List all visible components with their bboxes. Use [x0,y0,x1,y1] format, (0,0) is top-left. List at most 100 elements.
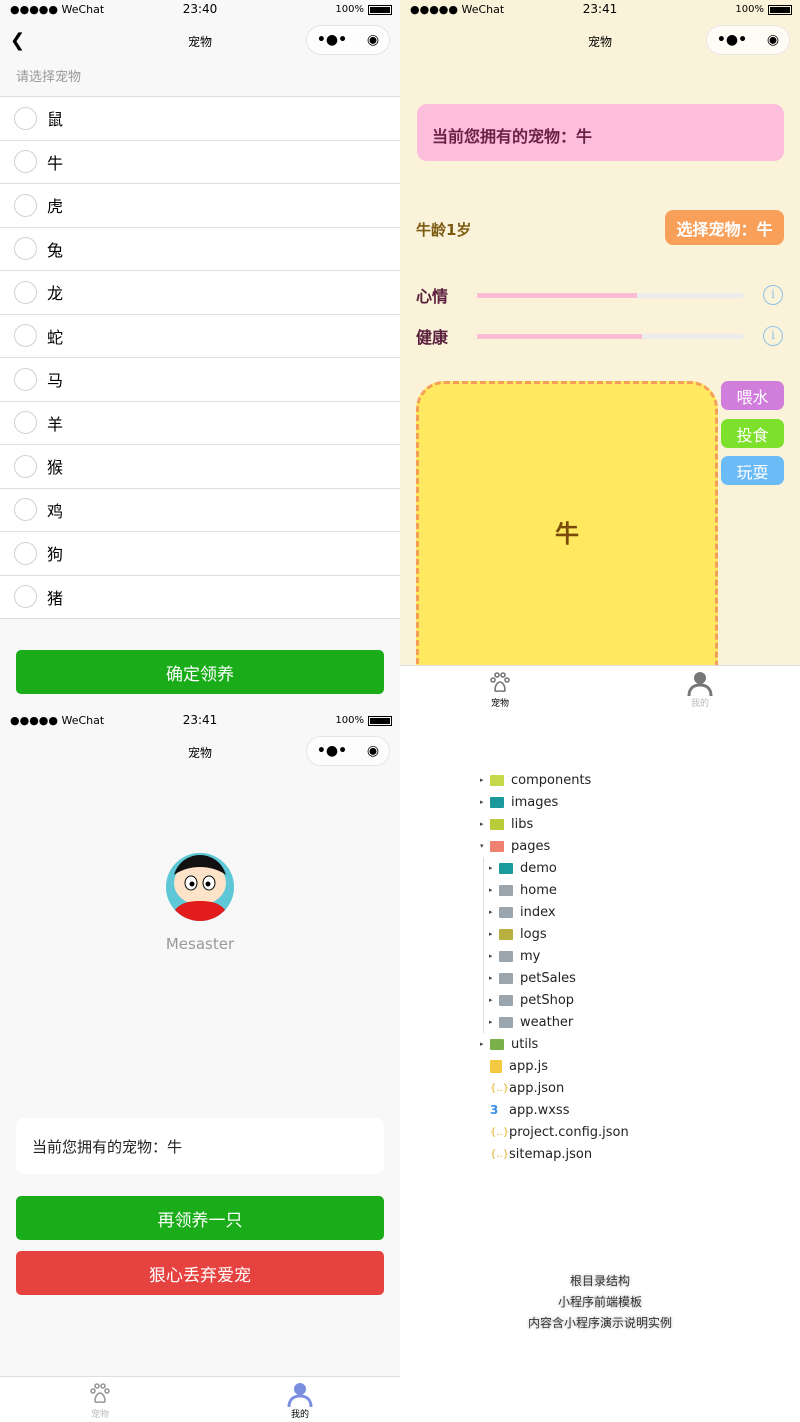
tree-item[interactable]: ▸ components [480,769,629,791]
tree-item-label: petShop [520,992,575,1008]
radio-button[interactable] [14,541,37,565]
tree-item[interactable]: ▸ utils [480,1033,629,1055]
tab-pet[interactable]: 宠物 [400,666,600,711]
chevron-right-icon[interactable]: ▸ [480,776,490,784]
pet-option[interactable]: 兔 [0,228,400,271]
capsule-menu[interactable]: •●• ◉ [306,736,390,766]
tree-item[interactable]: 3 app.wxss [480,1099,629,1121]
chevron-right-icon[interactable]: ▸ [489,908,499,916]
option-label: 猴 [47,458,64,478]
more-icon[interactable]: •●• [317,743,347,759]
nav-bar: 宠物 •●• ◉ [400,20,800,60]
close-miniprogram-icon[interactable]: ◉ [367,743,379,759]
more-icon[interactable]: •●• [317,32,347,48]
tree-item[interactable]: ▸ libs [480,813,629,835]
water-button[interactable]: 喂水 [721,381,784,410]
chevron-right-icon[interactable]: ▸ [489,952,499,960]
js-file-icon [490,1059,502,1073]
pet-option[interactable]: 虎 [0,184,400,228]
radio-button[interactable] [14,237,37,261]
tree-item[interactable]: ▾ pages [480,835,629,857]
health-stat: 健康 i [416,324,786,348]
radio-button[interactable] [14,280,37,304]
tree-item[interactable]: ▸ petShop [489,989,629,1011]
abandon-pet-button[interactable]: 狠心丢弃爱宠 [16,1251,384,1295]
tree-item[interactable]: ▸ logs [489,923,629,945]
nav-bar: 宠物 •●• ◉ [0,731,400,771]
mood-progress [477,292,743,298]
folder-icon [499,906,513,918]
radio-button[interactable] [14,324,37,348]
tab-pet[interactable]: 宠物 [0,1377,200,1422]
pet-option[interactable]: 猪 [0,576,400,619]
select-hint: 请选择宠物 [16,70,82,85]
tree-item[interactable]: ▸ images [480,791,629,813]
tree-item[interactable]: ▸ weather [489,1011,629,1033]
capsule-menu[interactable]: •●• ◉ [306,25,390,55]
pet-option[interactable]: 牛 [0,141,400,184]
chevron-right-icon[interactable]: ▸ [480,1040,490,1048]
pet-select-screen: ●●●●● WeChat 23:40 100% ❮ 宠物 •●• ◉ 请选择宠物 … [0,0,400,711]
select-pet-button[interactable]: 选择宠物：牛 [665,210,784,245]
adopt-again-button[interactable]: 再领养一只 [16,1196,384,1240]
more-icon[interactable]: •●• [717,32,747,48]
battery-icon [768,4,792,15]
tab-bar: 宠物 我的 [0,1376,400,1422]
tree-item[interactable]: ▸ index [489,901,629,923]
pet-option[interactable]: 龙 [0,271,400,315]
play-button[interactable]: 玩耍 [721,456,784,485]
pet-option[interactable]: 猴 [0,445,400,489]
radio-button[interactable] [14,150,37,174]
option-label: 兔 [47,240,64,260]
info-icon[interactable]: i [763,326,783,346]
close-miniprogram-icon[interactable]: ◉ [767,32,779,48]
chevron-right-icon[interactable]: ▸ [489,886,499,894]
pet-option[interactable]: 马 [0,358,400,402]
feed-button[interactable]: 投食 [721,419,784,448]
tree-item[interactable]: {..} app.json [480,1077,629,1099]
chevron-right-icon[interactable]: ▸ [480,798,490,806]
radio-button[interactable] [14,585,37,609]
chevron-right-icon[interactable]: ▸ [480,820,490,828]
tree-item-label: home [520,882,557,898]
tree-item[interactable]: ▸ petSales [489,967,629,989]
tree-item[interactable]: {..} project.config.json [480,1121,629,1143]
pet-option[interactable]: 蛇 [0,315,400,358]
tree-item[interactable]: ▸ demo [489,857,629,879]
pet-home-screen: ●●●●● WeChat 23:41 100% 宠物 •●• ◉ 当前您拥有的宠物… [400,0,800,711]
tab-mine[interactable]: 我的 [600,666,800,711]
info-icon[interactable]: i [763,285,783,305]
confirm-adopt-button[interactable]: 确定领养 [16,650,384,694]
pet-option[interactable]: 狗 [0,532,400,576]
tree-item-label: petSales [520,970,576,986]
radio-button[interactable] [14,193,37,217]
radio-button[interactable] [14,367,37,391]
tree-item-label: app.js [509,1058,548,1074]
chevron-right-icon[interactable]: ▸ [489,996,499,1004]
file-tree: ▸ components ▸ images ▸ libs ▾ pages ▸ demo ▸ home ▸… [480,769,629,1165]
chevron-right-icon[interactable]: ▸ [489,864,499,872]
chevron-right-icon[interactable]: ▸ [489,930,499,938]
tree-item[interactable]: {..} sitemap.json [480,1143,629,1165]
close-miniprogram-icon[interactable]: ◉ [367,32,379,48]
chevron-down-icon[interactable]: ▾ [480,842,490,850]
tree-item-label: images [511,794,559,810]
tree-item[interactable]: ▸ home [489,879,629,901]
radio-button[interactable] [14,454,37,478]
tree-item[interactable]: app.js [480,1055,629,1077]
paw-icon [90,1383,110,1404]
pet-option[interactable]: 羊 [0,402,400,445]
chevron-right-icon[interactable]: ▸ [489,974,499,982]
radio-button[interactable] [14,106,37,130]
pet-option[interactable]: 鼠 [0,97,400,141]
option-label: 猪 [47,588,64,608]
tab-mine[interactable]: 我的 [200,1377,400,1422]
caption: 根目录结构 小程序前端模板 内容含小程序演示说明实例 [400,1271,800,1334]
tree-item[interactable]: ▸ my [489,945,629,967]
health-progress [477,333,743,339]
pet-option[interactable]: 鸡 [0,489,400,532]
capsule-menu[interactable]: •●• ◉ [706,25,790,55]
radio-button[interactable] [14,498,37,522]
chevron-right-icon[interactable]: ▸ [489,1018,499,1026]
radio-button[interactable] [14,411,37,435]
